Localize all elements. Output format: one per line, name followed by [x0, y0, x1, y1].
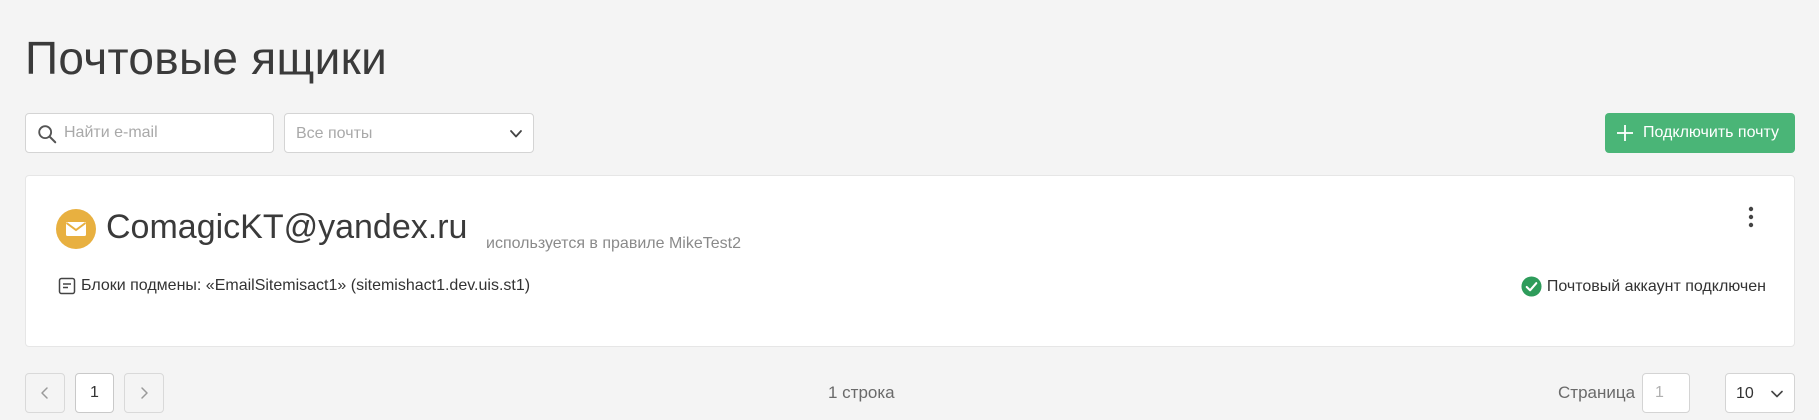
chevron-down-icon [510, 130, 522, 138]
search-icon [38, 125, 57, 144]
chevron-right-icon [141, 387, 148, 399]
check-circle-icon [1521, 276, 1542, 297]
mailbox-status: Почтовый аккаунт подключен [1521, 276, 1766, 298]
prev-page-button[interactable] [25, 373, 65, 413]
mailbox-rule-note: используется в правиле MikeTest2 [486, 235, 741, 252]
mailbox-email: ComagicKT@yandex.ru [106, 208, 468, 246]
rows-count: 1 строка [828, 383, 895, 402]
search-field[interactable] [25, 113, 274, 153]
page-label: Страница [1558, 383, 1636, 402]
search-input[interactable] [64, 114, 269, 152]
connect-mail-label: Подключить почту [1643, 124, 1779, 141]
more-vertical-icon[interactable] [1741, 204, 1761, 230]
page-number-input[interactable] [1642, 373, 1690, 413]
mailbox-status-text: Почтовый аккаунт подключен [1546, 278, 1766, 295]
mail-filter-value: Все почты [296, 125, 373, 142]
page-size-select[interactable]: 10 [1725, 373, 1795, 413]
page-title: Почтовые ящики [25, 32, 388, 84]
connect-mail-button[interactable]: Подключить почту [1605, 113, 1795, 153]
chevron-left-icon [41, 387, 48, 399]
next-page-button[interactable] [124, 373, 164, 413]
page-number-current[interactable]: 1 [75, 373, 114, 413]
document-icon [58, 277, 76, 295]
mail-icon [56, 209, 96, 249]
plus-icon [1617, 125, 1633, 141]
mailbox-card: ComagicKT@yandex.ru используется в прави… [25, 175, 1795, 347]
chevron-down-icon [1771, 390, 1783, 398]
mail-filter-select[interactable]: Все почты [284, 113, 534, 153]
mailbox-blocks: Блоки подмены: «EmailSitemisact1» (sitem… [81, 277, 531, 294]
page-size-value: 10 [1736, 385, 1754, 402]
